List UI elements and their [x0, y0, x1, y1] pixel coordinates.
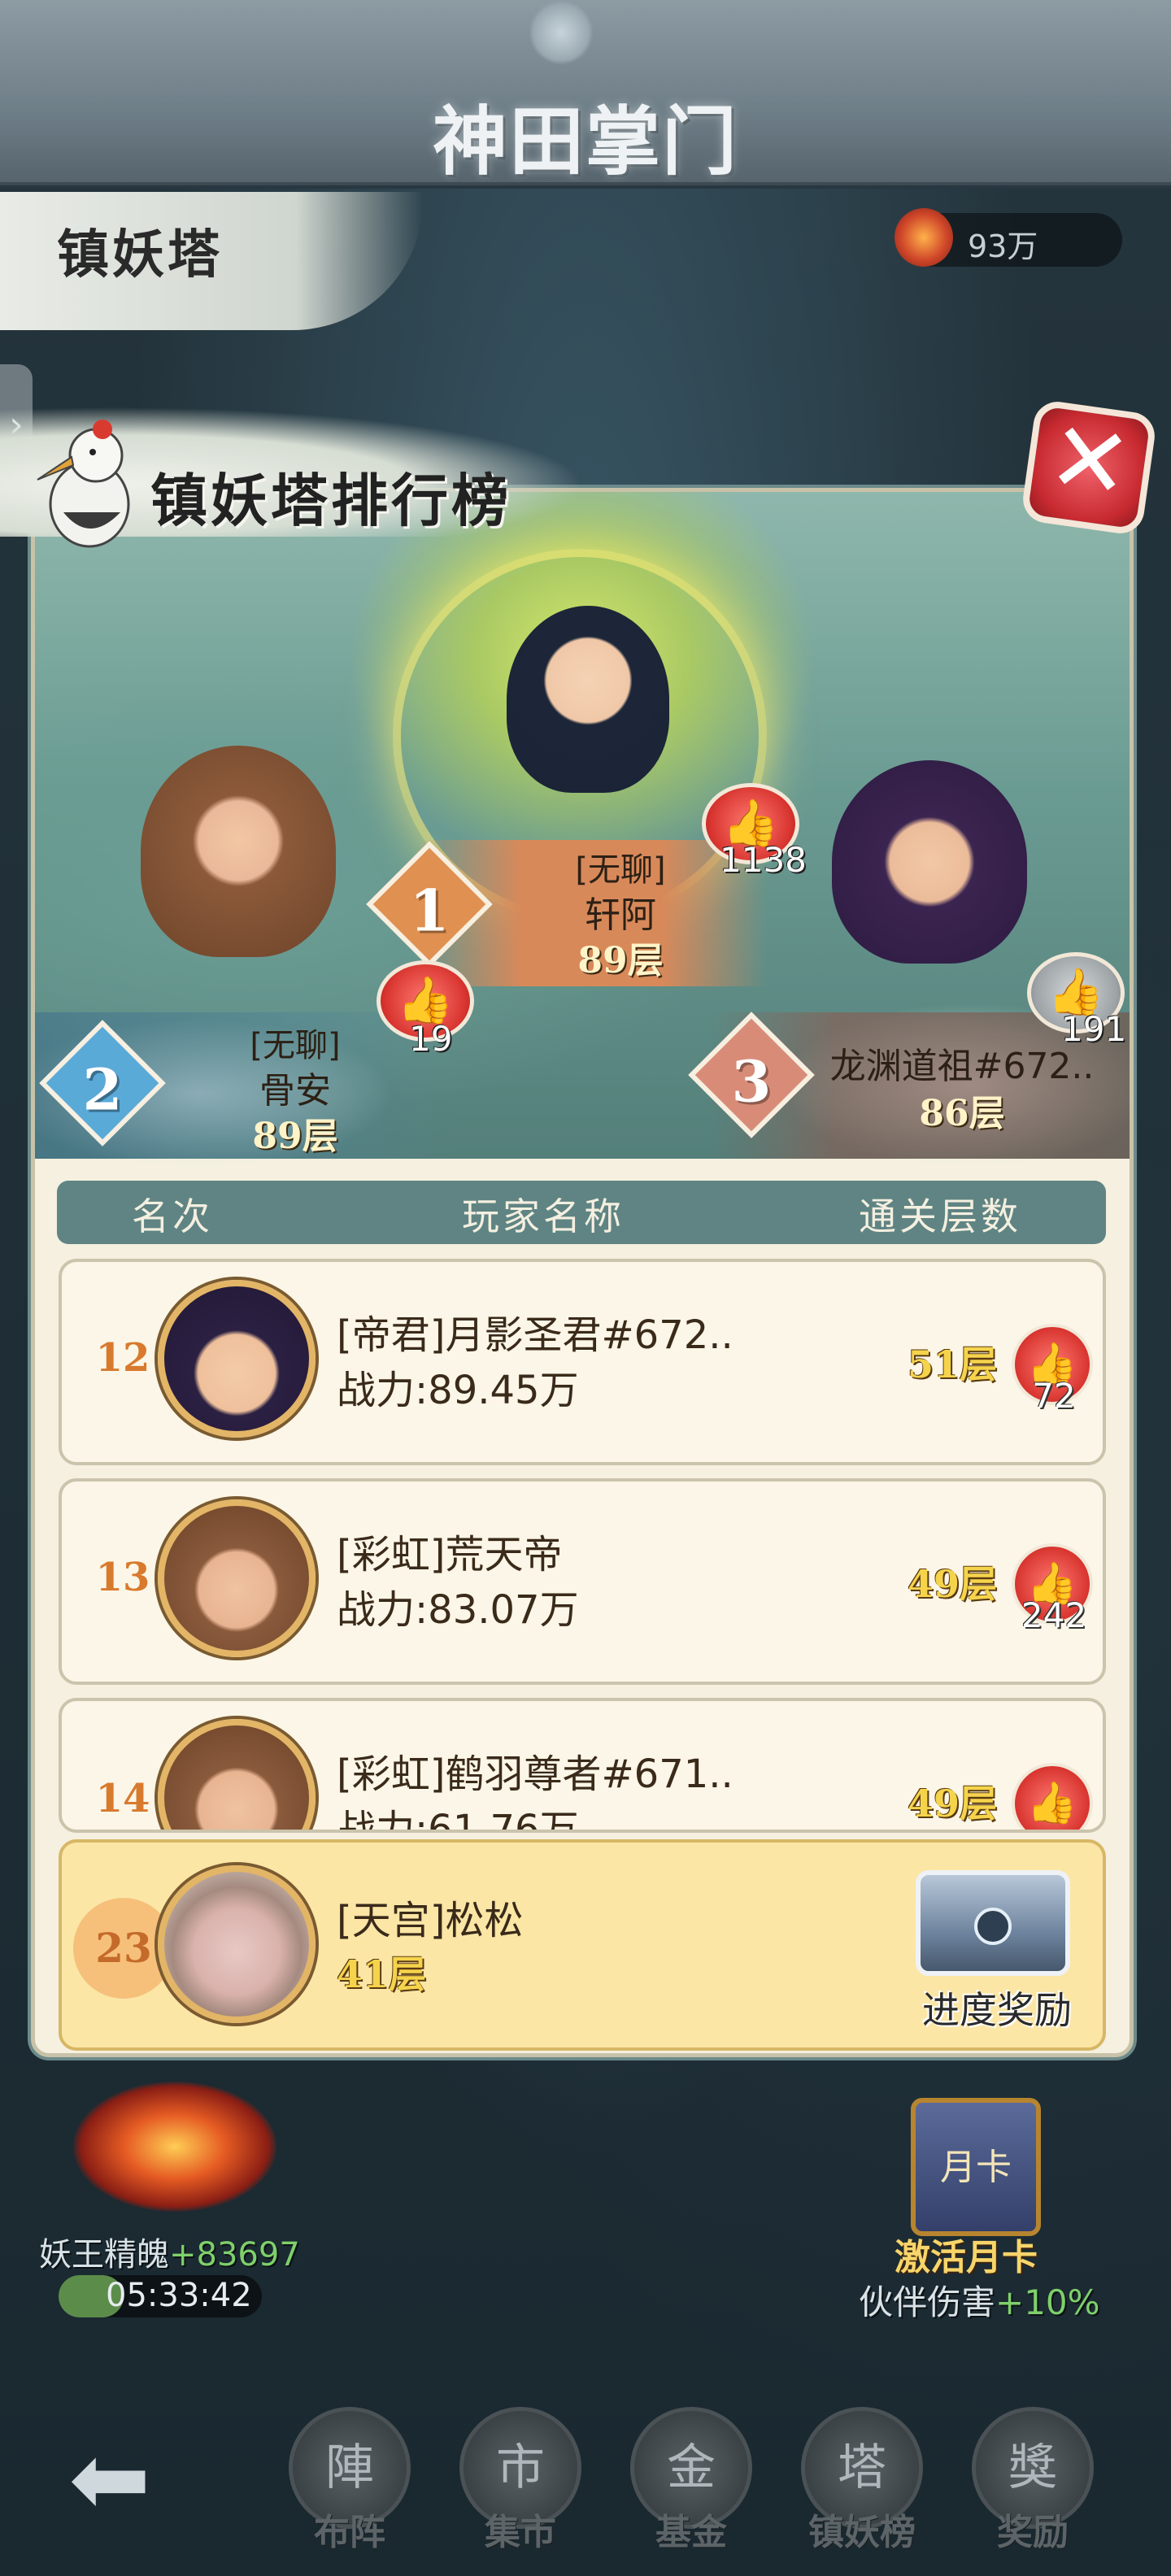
third-place-character	[832, 760, 1027, 964]
power-currency-icon	[895, 208, 953, 267]
app-logo: 神田掌门人	[432, 98, 738, 294]
like-button[interactable]: 👍	[1012, 1763, 1093, 1830]
avatar[interactable]	[158, 1719, 316, 1830]
my-player-name: [天宫]松松	[337, 1898, 524, 1943]
close-icon: ✕	[1041, 399, 1138, 524]
rank3-badge: 3	[688, 1012, 815, 1138]
rank2-number: 2	[82, 1055, 123, 1124]
treasure-chest-icon[interactable]	[916, 1870, 1070, 1976]
close-button[interactable]: ✕	[1020, 398, 1158, 537]
rank1-number: 1	[409, 877, 450, 945]
timer-text: 05:33:42	[106, 2277, 252, 2314]
rank3-floor: 86层	[919, 1093, 1005, 1134]
rank2-floor: 89层	[252, 1116, 338, 1157]
row-floor: 49层	[908, 1562, 998, 1606]
nav-fund[interactable]: 金 基金	[622, 2407, 760, 2569]
demon-essence-gain: +83697	[169, 2236, 300, 2274]
demon-essence-label: 妖王精魄+83697	[39, 2228, 300, 2275]
nav-label: 奖励	[997, 2512, 1069, 2553]
row-floor: 49层	[908, 1782, 998, 1825]
row-power: 战力:83.07万	[337, 1587, 579, 1633]
rank2-diamond: 2	[39, 1020, 166, 1147]
row-player-name: [帝君]月影圣君#672..	[337, 1312, 734, 1358]
header-player-name: 玩家名称	[462, 1194, 625, 1238]
row-rank: 14	[95, 1776, 150, 1821]
nav-label: 集市	[485, 2512, 556, 2553]
progress-reward-label[interactable]: 进度奖励	[899, 1981, 1095, 2034]
nav-label: 镇妖榜	[808, 2512, 916, 2553]
month-card-title[interactable]: 激活月卡	[895, 2228, 1038, 2280]
row-rank: 13	[95, 1555, 150, 1600]
rank1-floor: 89层	[577, 940, 664, 981]
moon-decoration	[529, 0, 594, 65]
row-power: 战力:89.45万	[337, 1368, 579, 1413]
rank1-name[interactable]: 轩阿	[474, 886, 767, 938]
row-player-name: [彩虹]鹤羽尊者#671..	[337, 1751, 734, 1797]
crane-mascot-icon	[31, 407, 145, 553]
rank2-like-count: 19	[409, 1019, 453, 1059]
rank2-badge: 2	[39, 1020, 166, 1147]
table-row[interactable]: 14 [彩虹]鹤羽尊者#671.. 战力:61.76万 49层 👍	[59, 1698, 1106, 1833]
row-floor: 51层	[908, 1342, 998, 1386]
like-count: 72	[1032, 1376, 1076, 1416]
my-floor: 41层	[337, 1952, 427, 1996]
rank1-badge: 1	[366, 841, 493, 968]
rank2-name[interactable]: 骨安	[149, 1061, 442, 1113]
header-floors: 通关层数	[859, 1194, 1021, 1238]
row-power: 战力:61.76万	[337, 1807, 579, 1833]
my-avatar[interactable]	[158, 1865, 316, 2023]
rank3-diamond: 3	[688, 1012, 815, 1138]
nav-formation[interactable]: 陣 布阵	[281, 2407, 419, 2569]
back-button[interactable]: ⬅	[49, 2431, 171, 2537]
nav-label: 布阵	[314, 2512, 385, 2553]
champion-character	[507, 606, 669, 793]
demon-essence-icon[interactable]	[73, 2082, 276, 2212]
yin-yang-icon	[974, 1908, 1012, 1945]
second-place-character	[141, 746, 336, 957]
month-card-bonus: 伙伴伤害+10%	[859, 2275, 1100, 2325]
thumbs-up-icon: 👍	[1026, 1779, 1078, 1826]
avatar[interactable]	[158, 1499, 316, 1657]
month-card-bonus-value: +10%	[995, 2282, 1100, 2322]
demon-essence-name: 妖王精魄	[39, 2236, 169, 2274]
nav-rewards[interactable]: 獎 奖励	[964, 2407, 1102, 2569]
month-card-bonus-label: 伙伴伤害	[859, 2282, 996, 2322]
nav-tower-ranking[interactable]: 塔 镇妖榜	[793, 2407, 931, 2569]
currency-value: 93万	[968, 228, 1038, 264]
nav-market[interactable]: 市 集市	[451, 2407, 590, 2569]
scene-title: 镇妖塔	[57, 224, 223, 285]
row-player-name: [彩虹]荒天帝	[337, 1532, 563, 1577]
table-row[interactable]: 13 [彩虹]荒天帝 战力:83.07万 49层 👍 242	[59, 1478, 1106, 1685]
nav-label: 基金	[655, 2512, 727, 2553]
row-rank: 12	[95, 1335, 150, 1381]
rank3-number: 3	[731, 1047, 772, 1116]
rank1-like-count: 1138	[720, 840, 807, 880]
like-count: 242	[1021, 1595, 1087, 1635]
table-row[interactable]: 12 [帝君]月影圣君#672.. 战力:89.45万 51层 👍 72	[59, 1259, 1106, 1465]
my-rank-row[interactable]: 23 [天宫]松松 41层 进度奖励	[59, 1839, 1106, 2051]
month-card-icon[interactable]: 月卡	[911, 2098, 1041, 2236]
avatar[interactable]	[158, 1280, 316, 1438]
modal-title: 镇妖塔排行榜	[150, 467, 511, 534]
header-rank: 名次	[132, 1194, 213, 1238]
rank3-like-count: 191	[1061, 1009, 1127, 1049]
